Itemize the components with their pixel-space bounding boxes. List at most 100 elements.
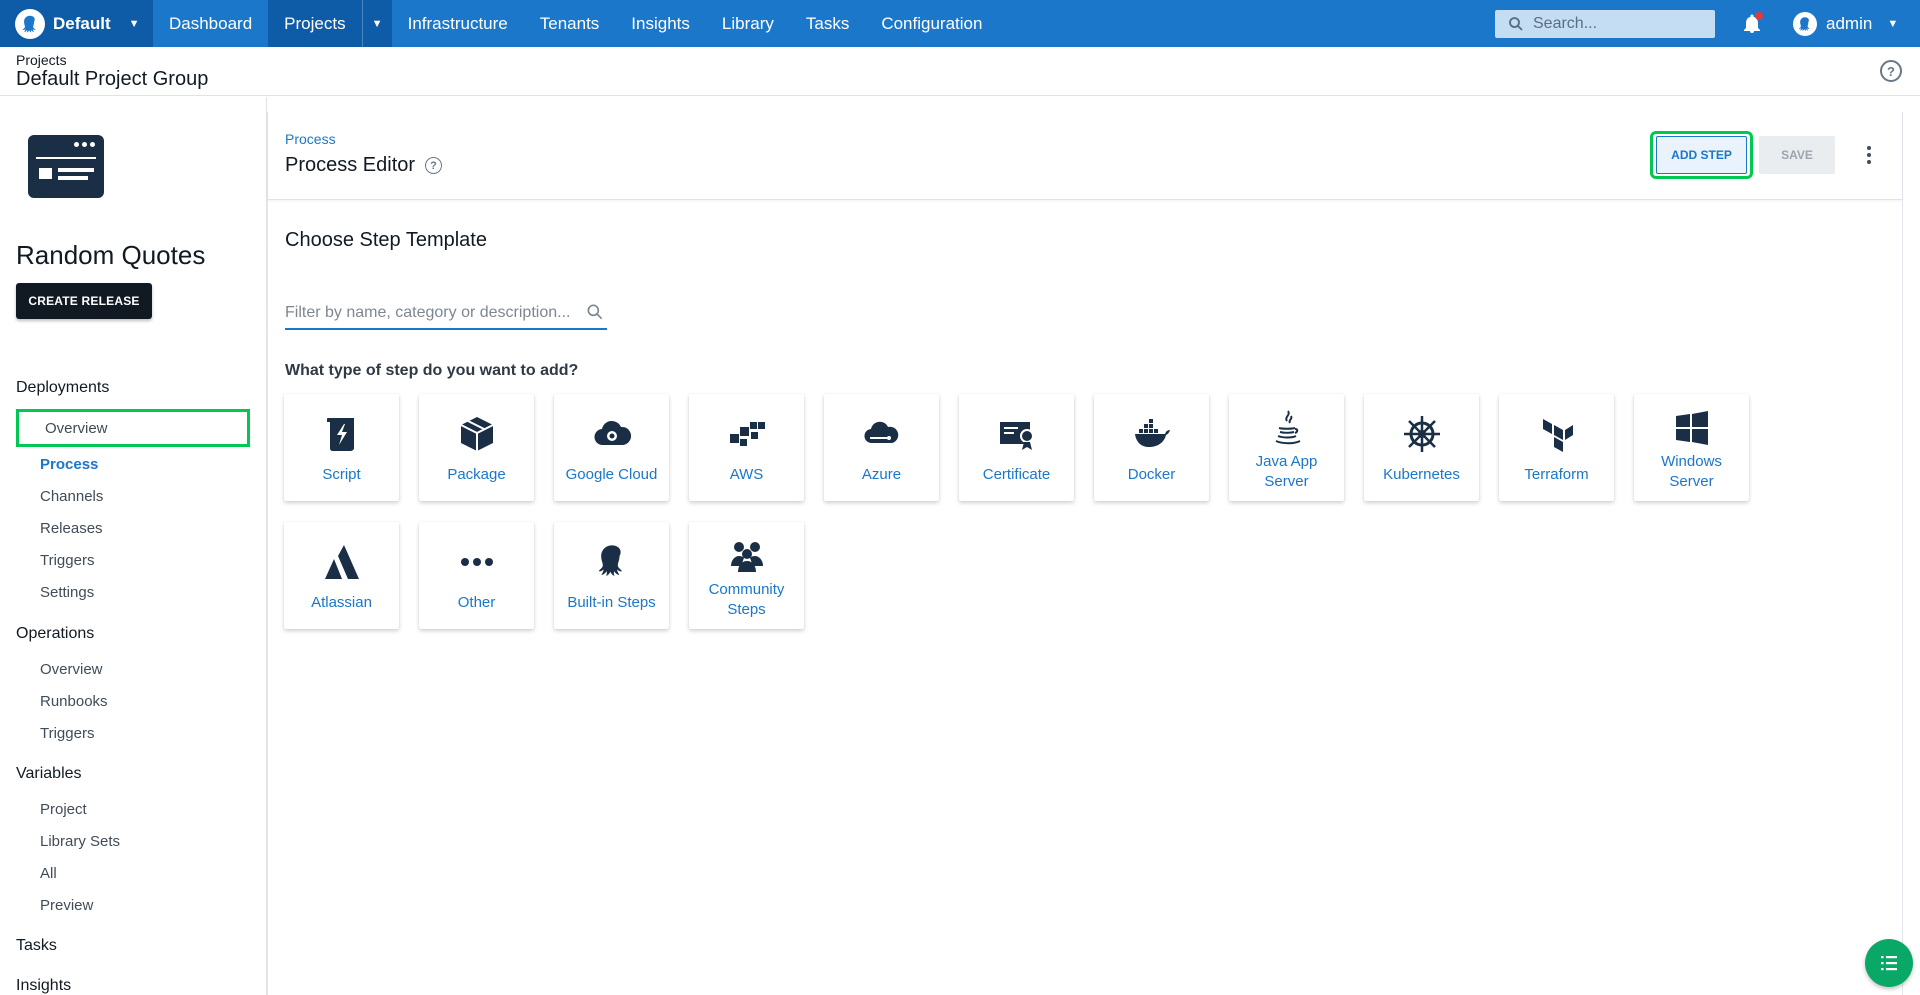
tile-google-cloud[interactable]: Google Cloud [554,394,669,501]
tile-label: Package [447,466,506,483]
tile-azure[interactable]: Azure [824,394,939,501]
projects-dropdown-icon[interactable]: ▼ [361,0,392,47]
user-menu[interactable]: admin ▼ [1793,0,1898,47]
sidebar-item-deployments-overview[interactable]: Overview [45,420,108,437]
section-insights[interactable]: Insights [16,977,71,995]
sidebar-item-library-sets[interactable]: Library Sets [40,833,120,850]
nav-tenants[interactable]: Tenants [524,0,616,47]
nav-insights[interactable]: Insights [615,0,706,47]
nav-dashboard[interactable]: Dashboard [153,0,268,47]
chevron-down-icon: ▼ [1887,17,1899,30]
tile-script[interactable]: Script [284,394,399,501]
sidebar-item-process[interactable]: Process [40,456,98,473]
tile-windows-server[interactable]: Windows Server [1634,394,1749,501]
sidebar-item-releases[interactable]: Releases [40,520,103,537]
sidebar-item-runbooks[interactable]: Runbooks [40,693,108,710]
nav-library[interactable]: Library [706,0,790,47]
tile-label: Kubernetes [1383,466,1460,483]
section-operations[interactable]: Operations [16,625,94,643]
nav-infrastructure[interactable]: Infrastructure [392,0,524,47]
tile-label: Atlassian [311,594,372,611]
aws-icon [730,422,765,446]
tile-label: Script [322,466,361,483]
tile-label: Google Cloud [565,466,658,483]
card-header: Process Process Editor ? ADD STEP SAVE [268,112,1902,200]
sidebar-item-project-variables[interactable]: Project [40,801,87,818]
nav-configuration[interactable]: Configuration [865,0,998,47]
space-switcher[interactable]: Default ▼ [0,0,153,47]
filter-field [285,298,607,330]
nav-projects[interactable]: Projects [268,0,361,47]
kebab-icon[interactable] [1859,143,1879,167]
nav-tasks[interactable]: Tasks [790,0,865,47]
tile-label: Docker [1127,466,1176,483]
tile-atlassian[interactable]: Atlassian [284,522,399,629]
atlassian-icon [325,545,359,579]
section-deployments[interactable]: Deployments [16,379,109,397]
terraform-icon [1543,419,1573,452]
sidebar-item-operations-overview[interactable]: Overview [40,661,103,678]
nav-projects-group: Projects ▼ [268,0,392,47]
search-placeholder: Search... [1533,15,1598,32]
user-name: admin [1826,13,1873,33]
tile-label: Other [457,594,496,611]
create-release-button[interactable]: CREATE RELEASE [16,283,152,319]
tile-kubernetes[interactable]: Kubernetes [1364,394,1479,501]
tile-terraform[interactable]: Terraform [1499,394,1614,501]
google-cloud-icon [594,420,632,446]
filter-input[interactable] [285,298,575,328]
community-icon [731,542,763,572]
docker-icon [1135,419,1170,447]
help-icon[interactable]: ? [425,157,442,174]
java-icon [1275,410,1301,445]
search-icon [587,304,603,320]
process-editor-title: Process Editor [285,154,416,176]
package-icon [460,417,494,451]
step-type-question: What type of step do you want to add? [285,362,579,379]
sidebar-item-settings[interactable]: Settings [40,584,94,601]
project-name: Random Quotes [16,240,206,270]
certificate-icon [1000,422,1034,450]
tile-built-in-steps[interactable]: Built-in Steps [554,522,669,629]
azure-icon [864,421,899,444]
page-title: Default Project Group [16,68,209,90]
sidebar: Random Quotes CREATE RELEASE Deployments… [0,97,267,995]
script-icon [327,418,354,451]
tile-community-steps[interactable]: Community Steps [689,522,804,629]
tile-other[interactable]: Other [419,522,534,629]
chevron-down-icon: ▼ [128,17,140,30]
section-variables[interactable]: Variables [16,765,82,783]
save-button[interactable]: SAVE [1759,136,1835,174]
kubernetes-icon [1404,416,1440,452]
tile-label: Built-in Steps [567,594,656,611]
process-editor-card: Process Process Editor ? ADD STEP SAVE C… [267,112,1903,995]
sidebar-item-operations-triggers[interactable]: Triggers [40,725,94,742]
tile-docker[interactable]: Docker [1094,394,1209,501]
global-search-input[interactable]: Search... [1495,10,1715,38]
sidebar-item-deployment-triggers[interactable]: Triggers [40,552,94,569]
breadcrumb[interactable]: Projects [16,52,67,68]
list-icon[interactable] [1865,939,1913,987]
sidebar-item-channels[interactable]: Channels [40,488,103,505]
search-icon [1509,17,1523,31]
tile-certificate[interactable]: Certificate [959,394,1074,501]
tile-package[interactable]: Package [419,394,534,501]
process-breadcrumb[interactable]: Process [285,131,336,147]
sidebar-item-preview[interactable]: Preview [40,897,93,914]
project-logo [28,135,104,198]
add-step-button[interactable]: ADD STEP [1656,136,1747,174]
tile-java-app-server[interactable]: Java App Server [1229,394,1344,501]
notification-dot [1755,12,1763,20]
page-header: Projects Default Project Group ? [0,47,1920,96]
tile-label: Terraform [1524,466,1589,483]
help-icon[interactable]: ? [1880,60,1902,82]
other-icon [461,558,493,566]
tile-aws[interactable]: AWS [689,394,804,501]
tile-label: Java App Server [1255,453,1318,490]
tile-label: Azure [861,466,902,483]
bell-icon[interactable] [1740,12,1764,36]
tile-label: Certificate [982,466,1051,483]
sidebar-item-all-variables[interactable]: All [40,865,57,882]
tile-label: Windows Server [1661,453,1722,490]
section-tasks[interactable]: Tasks [16,937,57,955]
